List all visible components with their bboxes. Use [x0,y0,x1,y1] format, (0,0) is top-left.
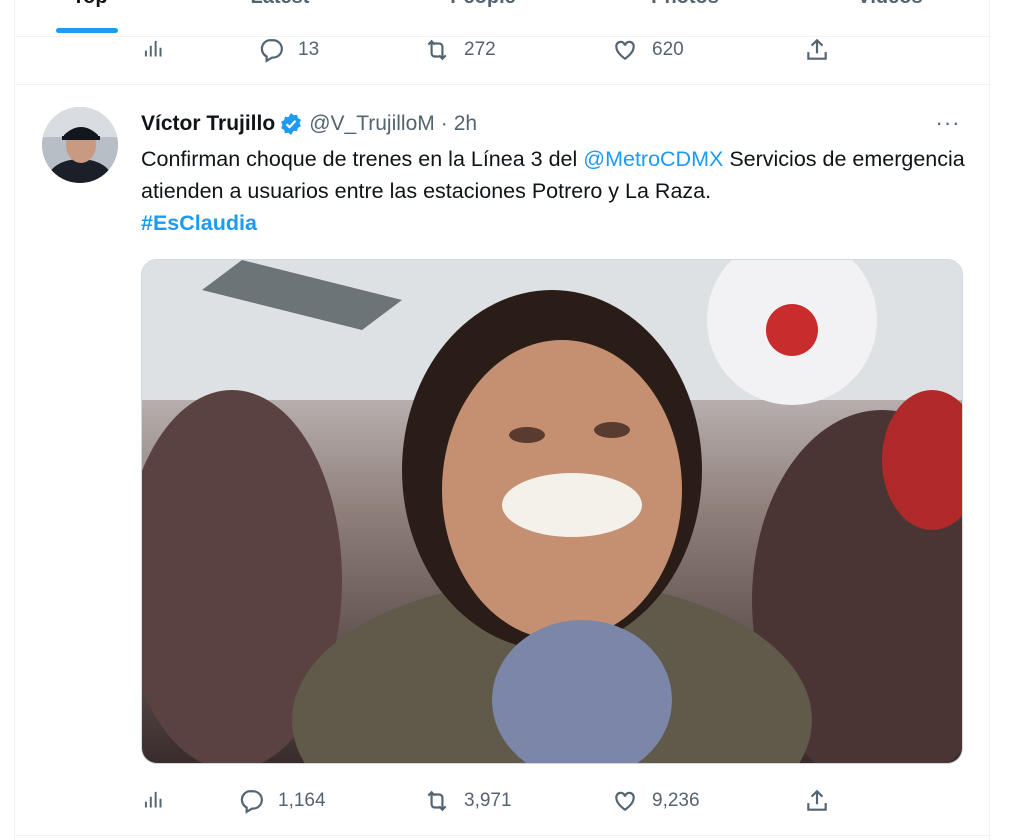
reply-count: 1,164 [278,790,326,811]
retweet-icon [427,39,447,61]
reply-count: 13 [298,39,320,60]
more-icon[interactable]: ··· [931,108,965,138]
like-button[interactable]: 9,236 [612,787,700,815]
hashtag-link[interactable]: #EsClaudia [141,211,257,235]
avatar[interactable] [42,107,118,183]
share-button[interactable] [804,787,844,815]
retweet-icon [427,790,447,812]
reply-button[interactable]: 1,164 [238,787,326,815]
tab-top[interactable]: Top [15,0,165,10]
prev-tweet-action-bar: 13 272 620 [142,36,842,64]
active-tab-indicator [56,28,118,33]
search-tabs: Top Latest People Photos Videos [15,0,989,37]
reply-icon [240,790,263,814]
like-button[interactable]: 620 [612,36,684,64]
like-count: 620 [652,39,684,60]
mention-link[interactable]: @MetroCDMX [583,147,723,171]
analytics-button[interactable] [142,787,182,815]
tab-latest[interactable]: Latest [205,0,355,10]
share-icon [807,789,827,811]
timeline-column: Top Latest People Photos Videos 13 272 6… [14,0,990,840]
share-icon [807,38,827,60]
verified-badge-icon [281,113,302,135]
tab-people[interactable]: People [408,0,558,10]
retweet-count: 272 [464,39,496,60]
author-handle[interactable]: @V_TrujilloM [309,112,435,136]
analytics-icon [144,40,162,57]
tweet-timestamp[interactable]: 2h [454,112,477,136]
tweet-header: Víctor Trujillo @V_TrujilloM · 2h [141,110,477,138]
like-icon [615,791,635,811]
separator-dot: · [440,112,448,135]
retweet-button[interactable]: 272 [424,36,496,64]
tab-photos[interactable]: Photos [610,0,760,10]
reply-icon [260,39,283,63]
author-name[interactable]: Víctor Trujillo [141,112,275,136]
share-button[interactable] [804,36,844,64]
tweet-action-bar: 1,164 3,971 9,236 [142,787,842,815]
tweet-photo[interactable] [141,259,963,764]
tweet-text: Confirman choque de trenes en la Línea 3… [141,143,971,239]
like-count: 9,236 [652,790,700,811]
tweet-divider [15,84,989,85]
tweet-divider [15,835,989,836]
analytics-button[interactable] [142,36,182,64]
tweet-text-part: Confirman choque de trenes en la Línea 3… [141,147,584,171]
analytics-icon [144,791,162,808]
reply-button[interactable]: 13 [258,36,319,64]
like-icon [615,40,635,60]
tab-videos[interactable]: Videos [815,0,965,10]
retweet-count: 3,971 [464,790,512,811]
retweet-button[interactable]: 3,971 [424,787,512,815]
